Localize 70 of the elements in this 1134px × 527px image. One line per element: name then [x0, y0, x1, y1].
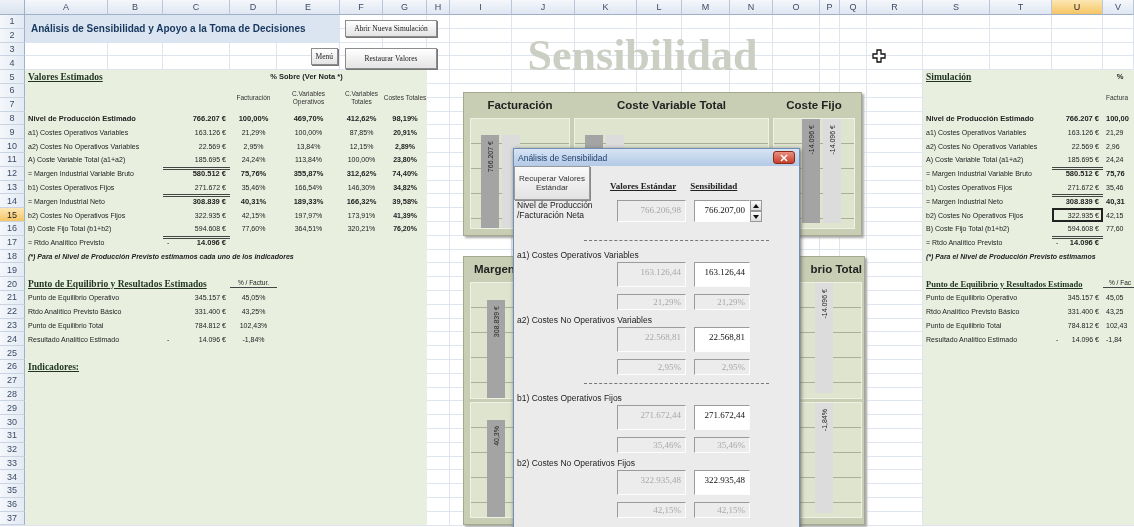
field-label: Nivel de Producción /Facturación Neta — [516, 200, 594, 221]
row-header[interactable]: 14 — [0, 194, 25, 209]
row-header[interactable]: 34 — [0, 470, 25, 485]
value-field[interactable]: 766.207,00 — [694, 200, 750, 222]
cursor-icon — [872, 49, 886, 64]
column-header[interactable]: D — [230, 0, 277, 15]
column-header[interactable]: N — [730, 0, 773, 15]
value-field[interactable]: 271.672,44 — [694, 405, 750, 430]
column-header[interactable]: Q — [840, 0, 867, 15]
column-header[interactable]: A — [25, 0, 108, 15]
field-label: a1) Costes Operativos Variables — [516, 249, 640, 262]
row-header[interactable]: 4 — [0, 56, 25, 71]
value-field[interactable]: 322.935,48 — [694, 470, 750, 495]
column-header[interactable]: L — [637, 0, 682, 15]
sheet-heading: Sensibilidad — [526, 30, 759, 83]
chart-title: Facturación — [487, 98, 553, 113]
column-header[interactable]: O — [773, 0, 820, 15]
row-header[interactable]: 24 — [0, 332, 25, 347]
spin-down-button[interactable] — [750, 211, 762, 222]
section-title: Simulación — [925, 72, 973, 83]
column-header[interactable]: C — [163, 0, 230, 15]
chart-title: Coste Variable Total — [616, 98, 727, 113]
column-header[interactable]: P — [820, 0, 840, 15]
row-header[interactable]: 10 — [0, 139, 25, 153]
column-header[interactable]: J — [512, 0, 575, 15]
field-label: b1) Costes Operativos Fijos — [516, 392, 623, 405]
column-header[interactable]: T — [990, 0, 1052, 15]
column-header[interactable]: F — [340, 0, 383, 15]
down-arrow-icon — [753, 214, 759, 219]
close-icon — [780, 153, 788, 162]
row-header[interactable]: 9 — [0, 125, 25, 140]
section-title: Punto de Equilibrio y Resultados Estimado — [925, 279, 1084, 290]
row-header[interactable]: 30 — [0, 415, 25, 429]
field-label: b2) Costes No Operativos Fijos — [516, 457, 637, 470]
value-field[interactable]: 22.568,81 — [694, 327, 750, 352]
chart-title: Margen — [474, 261, 515, 277]
section-title: Indicadores: — [27, 361, 81, 372]
section-title: Valores Estimados — [27, 72, 104, 83]
reset-button[interactable]: Recuperar Valores Estándar — [514, 166, 590, 200]
column-header[interactable]: B — [108, 0, 163, 15]
section-title: Punto de Equilibrio y Resultados Estimados — [27, 279, 208, 290]
column-heading: Valores Estándar — [610, 181, 677, 191]
dialog-title: Análisis de Sensibilidad — [518, 152, 608, 163]
value-field[interactable]: 163.126,44 — [694, 262, 750, 287]
close-button[interactable] — [773, 151, 795, 164]
column-header[interactable]: I — [450, 0, 512, 15]
column-header[interactable]: U — [1052, 0, 1103, 15]
row-header[interactable]: 1 — [0, 15, 25, 29]
row-header[interactable]: 15 — [0, 208, 25, 222]
spin-up-button[interactable] — [750, 200, 762, 211]
chart-title: Coste Fijo — [786, 98, 842, 113]
row-header[interactable]: 5 — [0, 70, 25, 84]
column-header[interactable]: K — [575, 0, 637, 15]
column-header[interactable]: G — [383, 0, 427, 15]
row-header[interactable]: 19 — [0, 263, 25, 278]
column-heading: Sensibilidad — [690, 181, 738, 191]
column-header[interactable]: R — [867, 0, 923, 15]
chart-title: brio Total — [810, 261, 862, 277]
column-header[interactable]: H — [427, 0, 450, 15]
column-header[interactable]: S — [923, 0, 990, 15]
up-arrow-icon — [753, 203, 759, 208]
sheet-title: Análisis de Sensibilidad y Apoyo a la Toma de Decisiones — [25, 15, 340, 43]
row-header[interactable]: 25 — [0, 346, 25, 360]
row-header[interactable]: 29 — [0, 401, 25, 416]
column-header[interactable]: M — [682, 0, 730, 15]
column-header[interactable]: V — [1103, 0, 1134, 15]
field-label: a2) Costes No Operativos Variables — [516, 314, 653, 327]
row-header[interactable]: 20 — [0, 277, 25, 291]
row-header[interactable]: 35 — [0, 484, 25, 498]
column-header[interactable]: E — [277, 0, 340, 15]
